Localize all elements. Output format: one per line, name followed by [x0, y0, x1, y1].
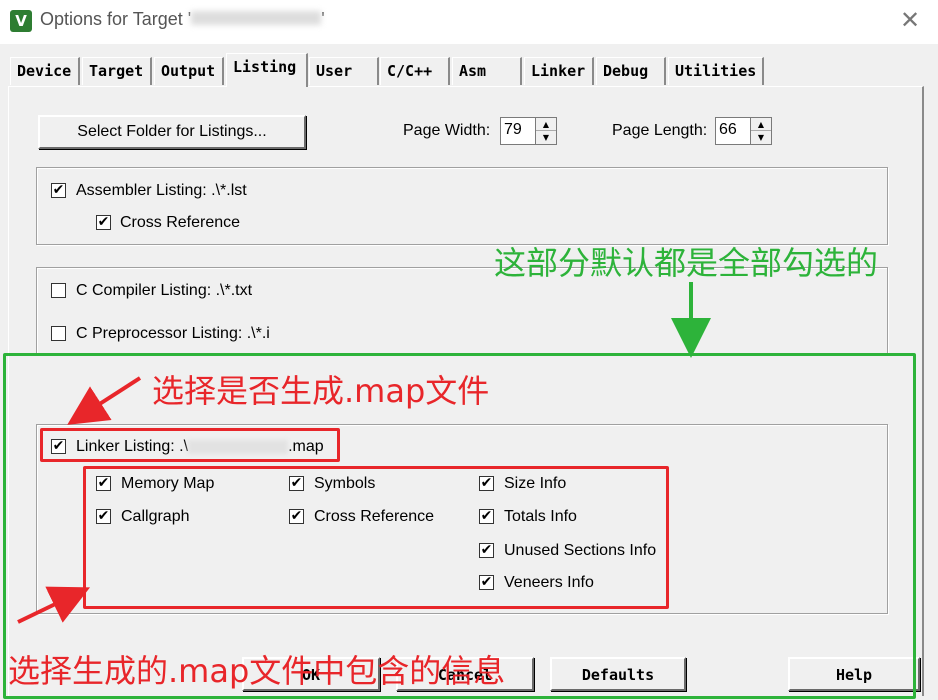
annotation-arrows — [17, 282, 711, 624]
tab-listing[interactable]: Listing — [226, 53, 308, 87]
arrow-red-2 — [17, 586, 91, 624]
arrow-red-1 — [67, 376, 142, 425]
